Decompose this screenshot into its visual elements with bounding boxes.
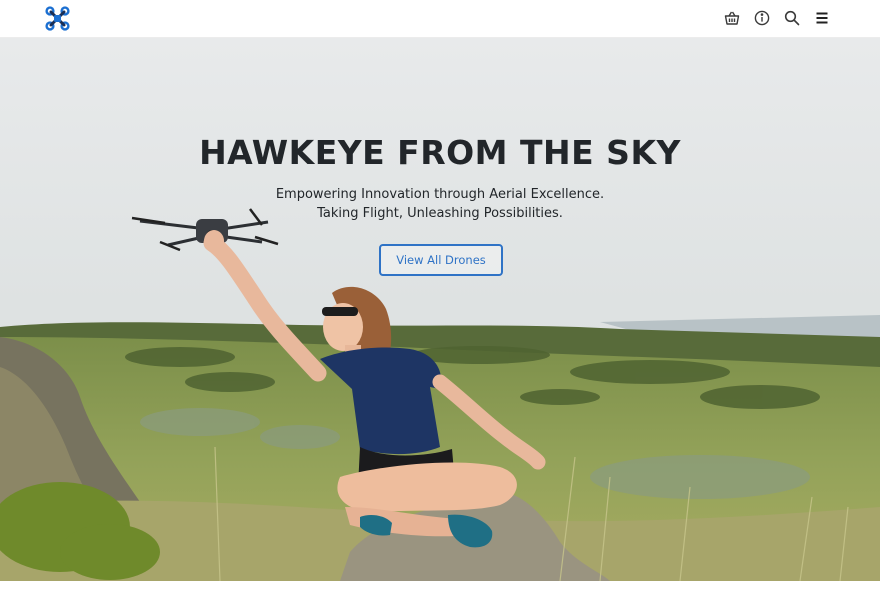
header-actions bbox=[723, 9, 831, 27]
hero-subtitle-line-1: Empowering Innovation through Aerial Exc… bbox=[275, 187, 605, 202]
drone-logo-icon[interactable] bbox=[43, 4, 72, 33]
hero-section: HAWKEYE FROM THE SKY Empowering Innovati… bbox=[0, 37, 880, 581]
menu-icon[interactable] bbox=[813, 9, 831, 27]
hero-subtitle-line-2: Taking Flight, Unleashing Possibilities. bbox=[317, 206, 563, 221]
basket-icon[interactable] bbox=[723, 9, 741, 27]
hero-subtitle: Empowering Innovation through Aerial Exc… bbox=[0, 185, 880, 223]
hero-background-image bbox=[0, 37, 880, 581]
view-all-drones-button[interactable]: View All Drones bbox=[379, 244, 503, 276]
search-icon[interactable] bbox=[783, 9, 801, 27]
hero-title: HAWKEYE FROM THE SKY bbox=[199, 133, 681, 172]
info-icon[interactable] bbox=[753, 9, 771, 27]
page-bottom-strip bbox=[0, 581, 880, 599]
site-header bbox=[0, 0, 880, 38]
